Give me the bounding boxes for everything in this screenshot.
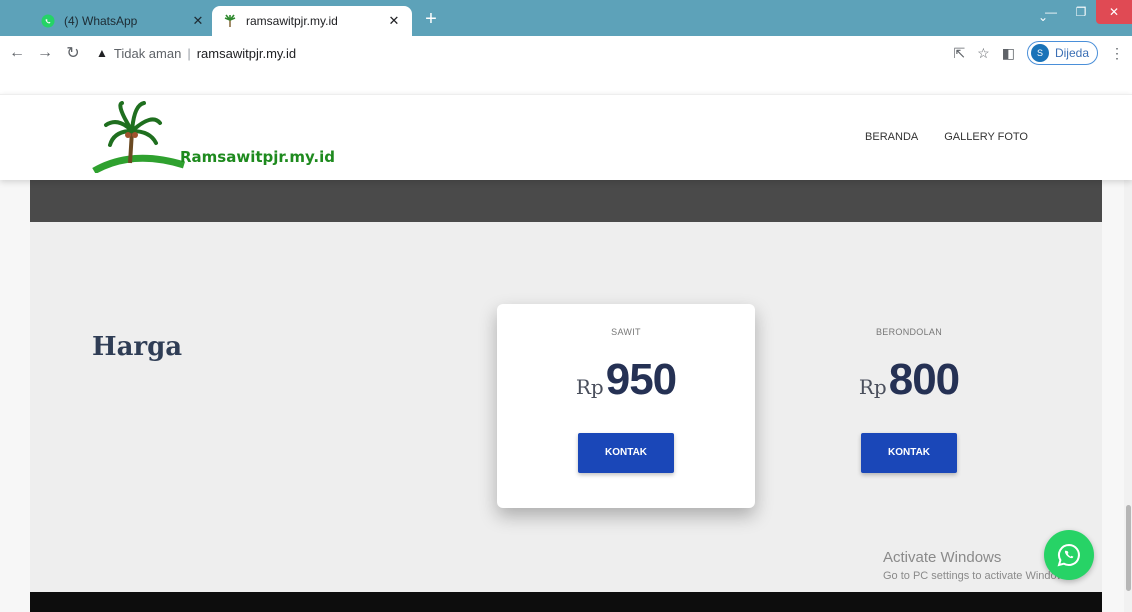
tab-whatsapp[interactable]: (4) WhatsApp ✕ [30, 6, 216, 36]
close-window-icon[interactable]: ✕ [1096, 0, 1132, 24]
address-separator: | [187, 45, 191, 61]
share-icon[interactable]: ⇱ [953, 45, 965, 62]
side-panel-icon[interactable]: ◧ [1002, 45, 1015, 62]
browser-toolbar: ← → ↻ ▲ Tidak aman | ramsawitpjr.my.id ⇱… [0, 36, 1132, 70]
more-menu-icon[interactable]: ⋮ [1110, 45, 1124, 62]
tab-title: ramsawitpjr.my.id [246, 14, 338, 28]
pricing-section: Harga SAWIT Rp 950 KONTAK BERONDOLAN Rp … [30, 222, 1102, 592]
kontak-button[interactable]: KONTAK [578, 433, 674, 473]
price-card-sawit: SAWIT Rp 950 KONTAK [497, 304, 755, 508]
logo-text: Ramsawitpjr.my.id [180, 148, 335, 166]
tab-close-icon[interactable]: ✕ [190, 13, 206, 29]
price-amount: 950 [605, 355, 677, 404]
scrollbar-thumb[interactable] [1126, 505, 1131, 591]
url-text[interactable]: ramsawitpjr.my.id [197, 46, 296, 61]
price-label: SAWIT [611, 327, 641, 337]
hero-band [30, 180, 1102, 222]
new-tab-button[interactable]: + [420, 9, 442, 31]
price-card-berondolan: BERONDOLAN Rp 800 KONTAK [780, 304, 1038, 508]
whatsapp-chat-button[interactable] [1044, 530, 1094, 580]
kontak-button[interactable]: KONTAK [861, 433, 957, 473]
price-value: Rp 800 [780, 355, 1038, 405]
security-label: Tidak aman [113, 45, 182, 61]
browser-tab-strip: (4) WhatsApp ✕ ramsawitpjr.my.id ✕ + ⌄ —… [0, 0, 1132, 36]
bookmark-star-icon[interactable]: ☆ [977, 45, 990, 62]
back-arrow-icon[interactable]: ← [6, 44, 28, 62]
tab-ramsawit[interactable]: ramsawitpjr.my.id ✕ [212, 6, 412, 36]
price-currency: Rp [858, 375, 887, 399]
whatsapp-icon [40, 13, 56, 29]
site-header: Ramsawitpjr.my.id BERANDA GALLERY FOTO [0, 94, 1132, 180]
palm-tree-icon [222, 13, 238, 29]
profile-status: Dijeda [1054, 46, 1089, 60]
price-amount: 800 [888, 355, 960, 404]
site-logo[interactable]: Ramsawitpjr.my.id [92, 101, 335, 175]
minimize-icon[interactable]: — [1036, 0, 1066, 24]
whatsapp-icon [1057, 543, 1080, 567]
tab-close-icon[interactable]: ✕ [386, 13, 402, 29]
avatar: S [1030, 44, 1049, 62]
price-value: Rp 950 [497, 355, 755, 405]
pricing-heading: Harga [92, 332, 183, 362]
price-currency: Rp [575, 375, 604, 399]
watermark-subtitle: Go to PC settings to activate Windows. [883, 570, 1074, 582]
palm-logo-icon [92, 101, 186, 175]
toolbar-actions: ⇱ ☆ ◧ S Dijeda ⋮ [953, 40, 1124, 66]
profile-button[interactable]: S Dijeda [1026, 41, 1098, 65]
web-page: Ramsawitpjr.my.id BERANDA GALLERY FOTO H… [0, 70, 1132, 612]
page-margin-left [0, 180, 30, 612]
price-label: BERONDOLAN [875, 327, 942, 337]
window-controls: — ❐ ✕ [1036, 0, 1132, 28]
nav-item-beranda[interactable]: BERANDA [865, 131, 918, 143]
nav-item-gallery-foto[interactable]: GALLERY FOTO [944, 131, 1028, 143]
warning-triangle-icon[interactable]: ▲ [96, 46, 108, 60]
address-bar[interactable]: ▲ Tidak aman | ramsawitpjr.my.id [96, 42, 296, 64]
tab-title: (4) WhatsApp [64, 14, 138, 28]
reload-icon[interactable]: ↻ [62, 43, 84, 63]
footer-band [30, 592, 1102, 612]
site-nav: BERANDA GALLERY FOTO [865, 131, 1028, 143]
forward-arrow-icon[interactable]: → [34, 44, 56, 62]
restore-icon[interactable]: ❐ [1066, 0, 1096, 24]
